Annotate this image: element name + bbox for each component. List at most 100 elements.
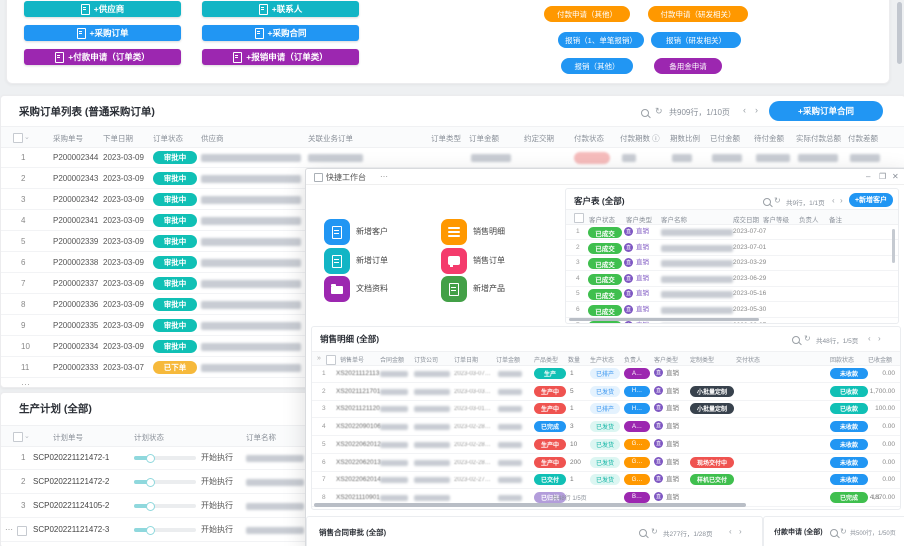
- quick-create-button[interactable]: +联系人: [202, 1, 359, 17]
- search-icon[interactable]: [830, 529, 838, 537]
- checkbox[interactable]: [574, 213, 584, 223]
- search-icon[interactable]: [763, 198, 771, 206]
- refresh-icon[interactable]: ↻: [840, 527, 847, 536]
- column-header: 下单日期: [103, 133, 133, 144]
- production-status-tag: 已发货: [590, 421, 620, 432]
- column-header: 订单金额: [496, 355, 520, 364]
- quick-create-button[interactable]: +报销申请（订单类）: [202, 49, 359, 65]
- supplier-redacted: [201, 175, 301, 183]
- amount-redacted: [498, 371, 522, 377]
- request-pill-button[interactable]: 报销（其他）: [561, 58, 633, 74]
- checkbox[interactable]: [13, 133, 23, 143]
- company-redacted: [380, 460, 408, 466]
- quick-create-button[interactable]: +付款申请（订单类）: [24, 49, 181, 65]
- column-header: 待付金额: [754, 133, 784, 144]
- order-name-redacted: [414, 406, 450, 412]
- order-date: 2023-03-09: [103, 196, 144, 204]
- customer-name-redacted: [661, 260, 733, 267]
- window-titlebar[interactable]: 快捷工作台 ⋯ –❐✕: [306, 169, 904, 185]
- amount-redacted: [498, 460, 522, 466]
- expand-icon[interactable]: »: [317, 355, 321, 362]
- contract-approval-panel: 销售合同审批 (全部) ↻ 共277行，1/28页 ‹ ›: [306, 516, 763, 546]
- order-date: 2023-02-28…: [454, 424, 491, 430]
- order-status-badge: 审批中: [153, 319, 197, 332]
- request-pill-button[interactable]: 付款申请（其他）: [544, 6, 630, 22]
- order-name-redacted: [414, 477, 450, 483]
- minimize-icon[interactable]: –: [866, 172, 870, 181]
- purchase-order-number: P200002344: [53, 154, 98, 162]
- purchase-order-number: P200002342: [53, 196, 98, 204]
- order-date: 2023-03-09: [103, 238, 144, 246]
- column-header: 客户类型: [654, 355, 678, 364]
- production-table-header: ⌄计划单号计划状态订单名称: [1, 425, 311, 447]
- quantity: 5: [570, 389, 574, 396]
- doc-plus-icon: [441, 276, 467, 302]
- search-icon[interactable]: [641, 109, 649, 117]
- row-index: 4: [576, 276, 580, 283]
- refresh-icon[interactable]: ↻: [651, 527, 658, 536]
- purchase-order-number: P200002333: [53, 364, 98, 372]
- next-page-icon[interactable]: ›: [755, 106, 758, 115]
- purchase-order-number: P200002339: [53, 238, 98, 246]
- horizontal-scrollbar[interactable]: [314, 503, 746, 507]
- column-header: 期数比例: [670, 133, 700, 144]
- close-icon[interactable]: ✕: [892, 172, 899, 181]
- doc-icon: [55, 52, 64, 63]
- order-date: 2023-03-09: [103, 322, 144, 330]
- add-purchase-contract-button[interactable]: +采购订单合同: [769, 101, 883, 121]
- request-pill-button[interactable]: 备用金申请: [654, 58, 722, 74]
- window-title-more-icon[interactable]: ⋯: [380, 172, 388, 181]
- add-customer-button[interactable]: +新增客户: [849, 193, 893, 207]
- column-header: 已付金额: [710, 133, 740, 144]
- shortcut-销售明细[interactable]: 销售明细: [441, 219, 581, 245]
- chevron-down-icon[interactable]: ⌄: [24, 432, 30, 440]
- prev-page-icon[interactable]: ‹: [729, 527, 732, 536]
- checkbox[interactable]: [13, 432, 23, 442]
- bar: [448, 231, 460, 233]
- refresh-icon[interactable]: ↻: [804, 334, 811, 343]
- restore-icon[interactable]: ❐: [879, 172, 886, 181]
- shortcut-新增产品[interactable]: 新增产品: [441, 276, 581, 302]
- payment-status-badge: 未收款: [830, 439, 868, 450]
- more-rows-indicator: ⋯: [21, 380, 30, 389]
- plan-status-label: 开始执行: [201, 526, 233, 534]
- prev-page-icon[interactable]: ‹: [743, 106, 746, 115]
- doc-icon: [233, 52, 242, 63]
- checkbox[interactable]: [17, 526, 27, 536]
- chevron-down-icon[interactable]: ⌄: [24, 133, 30, 141]
- order-name-redacted: [414, 495, 450, 501]
- folder-tab: [331, 284, 336, 286]
- prev-page-icon[interactable]: ‹: [832, 196, 835, 205]
- order-name-redacted: [246, 503, 304, 510]
- row-index: 7: [21, 280, 25, 288]
- checkbox[interactable]: [326, 355, 336, 365]
- quick-create-button[interactable]: +采购订单: [24, 25, 181, 41]
- search-icon[interactable]: [639, 529, 647, 537]
- request-pill-button[interactable]: 报销（研发相关）: [651, 32, 741, 48]
- next-page-icon[interactable]: ›: [739, 527, 742, 536]
- custom-tag: 样机已交付: [690, 474, 734, 485]
- shortcut-销售订单[interactable]: 销售订单: [441, 248, 581, 274]
- search-icon[interactable]: [792, 336, 800, 344]
- sales-order-number: XS2022062013: [336, 460, 381, 467]
- quick-create-button[interactable]: +供应商: [24, 1, 181, 17]
- progress-knob: [146, 478, 155, 487]
- refresh-icon[interactable]: ↻: [774, 196, 781, 205]
- request-pill-button[interactable]: 报销（1、单笔报销）: [558, 32, 644, 48]
- vertical-scrollbar[interactable]: [892, 229, 895, 263]
- next-page-icon[interactable]: ›: [878, 334, 881, 343]
- row-index: 5: [21, 238, 25, 246]
- next-page-icon[interactable]: ›: [840, 196, 843, 205]
- company-redacted: [380, 442, 408, 448]
- sales-order-number: XS2021121701: [336, 389, 380, 396]
- row-actions-icon[interactable]: ⋯: [5, 526, 13, 534]
- refresh-icon[interactable]: ↻: [655, 107, 663, 116]
- row-divider: [1, 517, 311, 518]
- quick-create-button[interactable]: +采购合同: [202, 25, 359, 41]
- production-status-tag: 已发货: [590, 439, 620, 450]
- request-pill-button[interactable]: 付款申请（研发相关）: [648, 6, 748, 22]
- order-date: 2023-03-09: [103, 217, 144, 225]
- page-vertical-scrollbar[interactable]: [897, 2, 902, 64]
- horizontal-scrollbar[interactable]: [569, 318, 759, 321]
- prev-page-icon[interactable]: ‹: [868, 334, 871, 343]
